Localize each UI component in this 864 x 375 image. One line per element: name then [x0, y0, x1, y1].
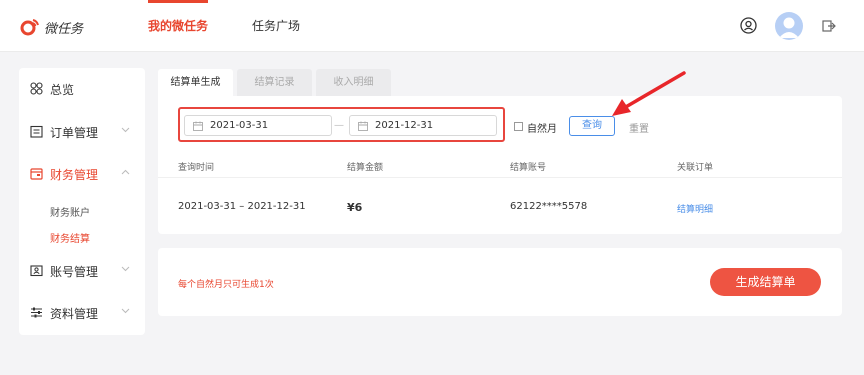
cell-amount: ¥6	[347, 201, 363, 214]
calendar-icon	[358, 121, 368, 131]
overview-icon	[30, 82, 43, 95]
chevron-up-icon	[121, 169, 130, 175]
settlement-card: 2021-03-31 — 2021-12-31 自然月 查询 重置 查询时间 结…	[158, 96, 842, 234]
sidebar-subitem-finance-settlement[interactable]: 财务结算	[50, 230, 90, 245]
generate-settlement-button[interactable]: 生成结算单	[710, 268, 821, 296]
tab-bar: 结算单生成 结算记录 收入明细	[158, 69, 395, 97]
sidebar-item-orders[interactable]: 订单管理	[19, 121, 145, 143]
annotation-arrow-icon	[612, 71, 686, 116]
account-icon	[30, 265, 43, 277]
table-divider	[158, 177, 842, 178]
sidebar-item-label: 资料管理	[50, 307, 99, 321]
column-header-account: 结算账号	[510, 163, 547, 173]
sidebar-item-overview[interactable]: 总览	[19, 78, 145, 100]
start-date-input[interactable]: 2021-03-31	[184, 115, 332, 136]
tab-income-details[interactable]: 收入明细	[316, 69, 391, 97]
chevron-down-icon	[121, 266, 130, 272]
chevron-down-icon	[121, 127, 130, 133]
sidebar-item-finance[interactable]: 财务管理	[19, 163, 145, 185]
settlement-details-link[interactable]: 结算明细	[677, 202, 713, 215]
column-header-time: 查询时间	[178, 163, 215, 173]
order-icon	[30, 125, 43, 138]
tab-settlement-records[interactable]: 结算记录	[237, 69, 312, 97]
logout-icon[interactable]	[822, 20, 836, 32]
date-range-separator: —	[334, 120, 344, 131]
natural-month-label: 自然月	[527, 124, 557, 135]
start-date-value: 2021-03-31	[210, 120, 269, 131]
column-header-order: 关联订单	[677, 163, 714, 173]
column-header-amount: 结算金额	[347, 163, 384, 173]
user-circle-icon[interactable]	[740, 17, 757, 34]
sidebar-item-label: 总览	[50, 83, 75, 97]
reset-button[interactable]: 重置	[629, 120, 649, 135]
sidebar-item-label: 财务管理	[50, 168, 99, 182]
app-logo[interactable]: 微任务	[20, 17, 83, 37]
end-date-input[interactable]: 2021-12-31	[349, 115, 497, 136]
generate-card: 每个自然月只可生成1次 生成结算单	[158, 248, 842, 316]
cell-account: 62122****5578	[510, 201, 588, 212]
nav-my-tasks[interactable]: 我的微任务	[148, 0, 209, 52]
chevron-down-icon	[121, 308, 130, 314]
nav-task-square[interactable]: 任务广场	[252, 0, 300, 52]
tab-settlement-generate[interactable]: 结算单生成	[158, 69, 233, 97]
natural-month-checkbox[interactable]	[514, 122, 523, 131]
sliders-icon	[31, 307, 42, 318]
avatar-person-icon	[779, 17, 799, 38]
logo-text: 微任务	[44, 21, 84, 37]
avatar[interactable]	[775, 12, 803, 40]
end-date-value: 2021-12-31	[375, 120, 434, 131]
calendar-icon	[193, 121, 203, 131]
sidebar-item-label: 订单管理	[50, 126, 99, 140]
logo-icon	[20, 19, 39, 36]
main-nav: 我的微任务 任务广场	[148, 0, 344, 52]
sidebar-item-label: 账号管理	[50, 265, 99, 279]
wallet-icon	[30, 168, 43, 180]
sidebar-item-materials[interactable]: 资料管理	[19, 302, 145, 324]
sidebar-item-account[interactable]: 账号管理	[19, 260, 145, 282]
top-header: 微任务 我的微任务 任务广场	[0, 0, 864, 52]
sidebar: 总览 订单管理 财务管理 财务账户 财务结算 账号管理 资料管理	[19, 68, 145, 335]
sidebar-subitem-finance-account[interactable]: 财务账户	[50, 204, 90, 219]
cell-time: 2021-03-31 – 2021-12-31	[178, 201, 306, 212]
generate-note: 每个自然月只可生成1次	[178, 280, 274, 290]
